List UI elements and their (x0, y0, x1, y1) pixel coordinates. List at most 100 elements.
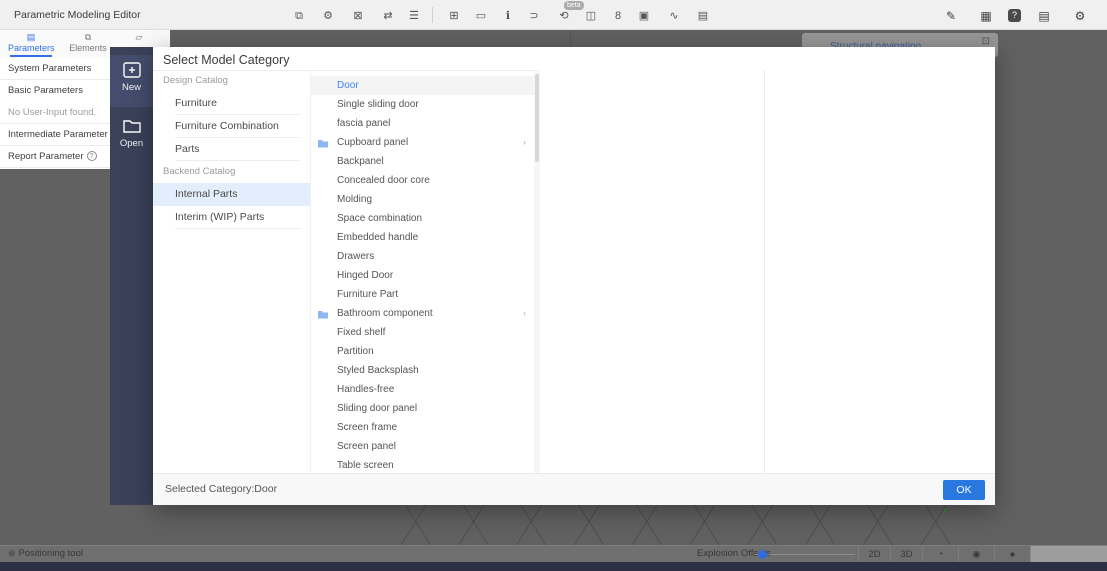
slider-knob[interactable] (758, 550, 767, 559)
model-item[interactable]: Furniture Part (311, 285, 534, 304)
detail-panel-empty (765, 70, 995, 473)
columns-icon[interactable]: ◫ (583, 8, 599, 24)
parameters-doc-icon: ▤ (26, 32, 36, 42)
model-item[interactable]: Molding (311, 190, 534, 209)
edit-pencil-icon[interactable]: ✎ (943, 8, 959, 24)
catalog-section-header: Backend Catalog (163, 166, 236, 177)
selected-category-text: Selected Category:Door (165, 483, 278, 495)
param-row-intermediate[interactable]: Intermediate Parameter (0, 124, 110, 146)
tab-elements[interactable]: ⧉ Elements (66, 30, 110, 58)
model-item[interactable]: Backpanel (311, 152, 534, 171)
model-item-label: fascia panel (337, 118, 391, 129)
explosion-offsets-slider[interactable] (755, 550, 855, 559)
param-row-report[interactable]: Report Parameter? (0, 146, 110, 168)
model-item-label: Cupboard panel (337, 137, 409, 148)
help-circle-icon[interactable]: ? (86, 151, 97, 161)
file-menu-sidebar: New Open (110, 47, 153, 505)
view-2d-button[interactable]: 2D (858, 546, 890, 563)
model-list-panel: Door Single sliding door fascia panel Cu… (310, 70, 534, 473)
model-item[interactable]: fascia panel (311, 114, 534, 133)
model-item-label: Styled Backsplash (337, 365, 419, 376)
duplicate-icon[interactable]: ⧉ (291, 8, 307, 24)
catalog-item-label: Internal Parts (175, 188, 238, 200)
row-divider (175, 228, 300, 229)
param-row-basic[interactable]: Basic Parameters (0, 80, 110, 102)
model-item[interactable]: Fixed shelf (311, 323, 534, 342)
model-item[interactable]: Embedded handle (311, 228, 534, 247)
scrollbar-thumb[interactable] (535, 74, 539, 162)
model-item-label: Backpanel (337, 156, 384, 167)
top-toolbar: Parametric Modeling Editor ⧉ ⚙ ⊠ ⇄ ☰ ⊞ ▭… (0, 0, 1107, 30)
document-icon[interactable]: ▤ (1036, 8, 1052, 24)
canvas-divider (570, 30, 571, 47)
export-icon[interactable]: ▤ (695, 8, 711, 24)
model-item-folder[interactable]: Bathroom component › (311, 304, 534, 323)
chevron-right-icon: › (523, 308, 526, 318)
model-item-label: Bathroom component (337, 308, 433, 319)
model-item-label: Sliding door panel (337, 403, 418, 414)
subcategory-panel-empty (540, 70, 765, 473)
model-item[interactable]: Styled Backsplash (311, 361, 534, 380)
component-icon[interactable]: ⚙ (320, 8, 336, 24)
param-label: Basic Parameters (8, 85, 83, 96)
model-item[interactable]: Sliding door panel (311, 399, 534, 418)
swap-icon[interactable]: ⇄ (380, 8, 396, 24)
model-item-label: Furniture Part (337, 289, 399, 300)
folder-tab-icon: ▱ (135, 32, 143, 42)
ok-button[interactable]: OK (943, 480, 985, 500)
sync-beta-icon[interactable]: ⟲ (556, 8, 572, 24)
model-item[interactable]: Table screen (311, 456, 534, 473)
param-row-system[interactable]: System Parameters (0, 58, 110, 80)
eye-icon[interactable]: ◉ (958, 546, 994, 563)
new-button[interactable]: New (110, 55, 153, 107)
expand-icon[interactable]: ⊡ (982, 36, 990, 47)
model-item[interactable]: Hinged Door (311, 266, 534, 285)
model-item[interactable]: Screen panel (311, 437, 534, 456)
status-bar: ⊕ Positioning tool Explosion Offsets 2D 3… (0, 545, 1107, 563)
rotate-icon[interactable]: ⊃ (526, 8, 542, 24)
curve-icon[interactable]: ∿ (666, 8, 682, 24)
grid-icon[interactable]: ⊞ (446, 8, 462, 24)
tab-parameters[interactable]: ▤ Parameters (8, 30, 55, 58)
help-icon[interactable]: ? (1008, 9, 1021, 22)
model-item[interactable]: Space combination (311, 209, 534, 228)
param-label: Report Parameter (8, 151, 84, 162)
catalog-item-label: Furniture (175, 97, 218, 109)
model-item[interactable]: Concealed door core (311, 171, 534, 190)
orbit-icon[interactable]: ◔ (922, 546, 958, 563)
link-icon[interactable]: 8 (610, 8, 626, 24)
new-button-label: New (121, 82, 141, 93)
catalog-item-furniture[interactable]: Furniture (153, 92, 310, 115)
model-item[interactable]: Handles-free (311, 380, 534, 399)
chevron-right-icon: › (523, 137, 526, 147)
model-item-label: Screen panel (337, 441, 396, 452)
clone-icon[interactable]: ▣ (636, 8, 652, 24)
comment-icon[interactable]: ▭ (473, 8, 489, 24)
model-item-label: Partition (337, 346, 374, 357)
model-item-door[interactable]: Door (311, 76, 534, 95)
catalog-item-furniture-combination[interactable]: Furniture Combination (153, 115, 310, 138)
model-item-label: Space combination (337, 213, 423, 224)
list-panel-icon[interactable]: ☰ (406, 8, 422, 24)
catalog-item-parts[interactable]: Parts (153, 138, 310, 161)
param-label: Intermediate Parameter (8, 129, 108, 140)
catalog-item-interim-wip-parts[interactable]: Interim (WIP) Parts (153, 206, 310, 229)
param-row-empty-note: No User-Input found. (0, 102, 110, 124)
model-item-folder[interactable]: Cupboard panel › (311, 133, 534, 152)
settings-gear-icon[interactable]: ⚙ (1072, 8, 1088, 24)
model-item[interactable]: Partition (311, 342, 534, 361)
model-item-label: Drawers (337, 251, 375, 262)
model-item[interactable]: Screen frame (311, 418, 534, 437)
elements-layers-icon: ⧉ (84, 32, 92, 42)
info-icon[interactable]: ℹ (500, 8, 516, 24)
shade-icon[interactable]: ● (994, 546, 1030, 563)
open-button[interactable]: Open (110, 111, 153, 163)
snapshot-icon[interactable]: ▦ (978, 8, 994, 24)
remove-icon[interactable]: ⊠ (350, 8, 366, 24)
position-pin-icon: ⊕ (8, 548, 16, 558)
catalog-item-internal-parts[interactable]: Internal Parts (153, 183, 310, 206)
model-item[interactable]: Drawers (311, 247, 534, 266)
model-item-label: Handles-free (337, 384, 395, 395)
model-item[interactable]: Single sliding door (311, 95, 534, 114)
view-3d-button[interactable]: 3D (890, 546, 922, 563)
